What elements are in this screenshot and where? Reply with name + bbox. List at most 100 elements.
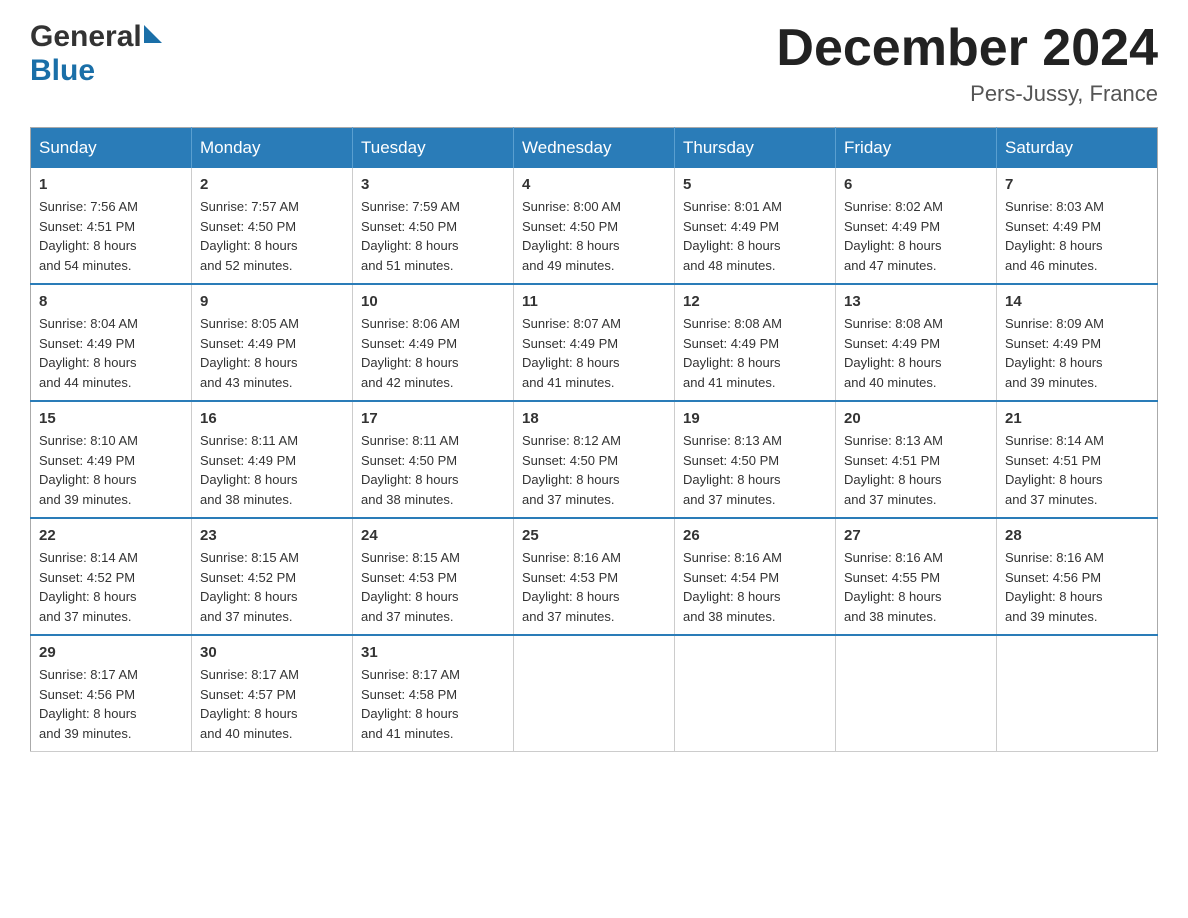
day-number: 27 xyxy=(844,527,988,544)
day-cell: 2 Sunrise: 7:57 AM Sunset: 4:50 PM Dayli… xyxy=(192,168,353,284)
day-info: Sunrise: 8:11 AM Sunset: 4:50 PM Dayligh… xyxy=(361,431,505,509)
day-info: Sunrise: 8:08 AM Sunset: 4:49 PM Dayligh… xyxy=(683,314,827,392)
day-info: Sunrise: 8:05 AM Sunset: 4:49 PM Dayligh… xyxy=(200,314,344,392)
day-number: 5 xyxy=(683,176,827,193)
day-info: Sunrise: 8:15 AM Sunset: 4:53 PM Dayligh… xyxy=(361,548,505,626)
day-cell: 20 Sunrise: 8:13 AM Sunset: 4:51 PM Dayl… xyxy=(836,401,997,518)
header-thursday: Thursday xyxy=(675,128,836,169)
day-number: 11 xyxy=(522,293,666,310)
day-cell: 26 Sunrise: 8:16 AM Sunset: 4:54 PM Dayl… xyxy=(675,518,836,635)
day-info: Sunrise: 8:17 AM Sunset: 4:57 PM Dayligh… xyxy=(200,665,344,743)
day-number: 28 xyxy=(1005,527,1149,544)
header-sunday: Sunday xyxy=(31,128,192,169)
day-cell: 5 Sunrise: 8:01 AM Sunset: 4:49 PM Dayli… xyxy=(675,168,836,284)
day-number: 24 xyxy=(361,527,505,544)
day-info: Sunrise: 8:13 AM Sunset: 4:50 PM Dayligh… xyxy=(683,431,827,509)
day-cell: 17 Sunrise: 8:11 AM Sunset: 4:50 PM Dayl… xyxy=(353,401,514,518)
day-info: Sunrise: 8:09 AM Sunset: 4:49 PM Dayligh… xyxy=(1005,314,1149,392)
day-cell: 4 Sunrise: 8:00 AM Sunset: 4:50 PM Dayli… xyxy=(514,168,675,284)
day-number: 1 xyxy=(39,176,183,193)
header-monday: Monday xyxy=(192,128,353,169)
month-title: December 2024 xyxy=(776,20,1158,77)
day-cell: 30 Sunrise: 8:17 AM Sunset: 4:57 PM Dayl… xyxy=(192,635,353,752)
day-info: Sunrise: 8:13 AM Sunset: 4:51 PM Dayligh… xyxy=(844,431,988,509)
day-info: Sunrise: 8:17 AM Sunset: 4:56 PM Dayligh… xyxy=(39,665,183,743)
day-number: 26 xyxy=(683,527,827,544)
day-number: 13 xyxy=(844,293,988,310)
day-cell: 1 Sunrise: 7:56 AM Sunset: 4:51 PM Dayli… xyxy=(31,168,192,284)
day-number: 19 xyxy=(683,410,827,427)
day-info: Sunrise: 8:10 AM Sunset: 4:49 PM Dayligh… xyxy=(39,431,183,509)
day-cell: 24 Sunrise: 8:15 AM Sunset: 4:53 PM Dayl… xyxy=(353,518,514,635)
header-tuesday: Tuesday xyxy=(353,128,514,169)
day-info: Sunrise: 8:00 AM Sunset: 4:50 PM Dayligh… xyxy=(522,197,666,275)
day-cell: 8 Sunrise: 8:04 AM Sunset: 4:49 PM Dayli… xyxy=(31,284,192,401)
day-number: 2 xyxy=(200,176,344,193)
logo-blue: Blue xyxy=(30,54,95,87)
day-cell: 19 Sunrise: 8:13 AM Sunset: 4:50 PM Dayl… xyxy=(675,401,836,518)
day-number: 12 xyxy=(683,293,827,310)
day-number: 25 xyxy=(522,527,666,544)
day-cell: 12 Sunrise: 8:08 AM Sunset: 4:49 PM Dayl… xyxy=(675,284,836,401)
day-cell: 13 Sunrise: 8:08 AM Sunset: 4:49 PM Dayl… xyxy=(836,284,997,401)
day-info: Sunrise: 7:56 AM Sunset: 4:51 PM Dayligh… xyxy=(39,197,183,275)
day-cell: 7 Sunrise: 8:03 AM Sunset: 4:49 PM Dayli… xyxy=(997,168,1158,284)
day-info: Sunrise: 7:57 AM Sunset: 4:50 PM Dayligh… xyxy=(200,197,344,275)
day-cell xyxy=(675,635,836,752)
day-number: 18 xyxy=(522,410,666,427)
day-number: 7 xyxy=(1005,176,1149,193)
day-number: 23 xyxy=(200,527,344,544)
day-number: 4 xyxy=(522,176,666,193)
day-cell: 3 Sunrise: 7:59 AM Sunset: 4:50 PM Dayli… xyxy=(353,168,514,284)
day-info: Sunrise: 8:11 AM Sunset: 4:49 PM Dayligh… xyxy=(200,431,344,509)
day-info: Sunrise: 8:03 AM Sunset: 4:49 PM Dayligh… xyxy=(1005,197,1149,275)
day-number: 8 xyxy=(39,293,183,310)
day-info: Sunrise: 8:15 AM Sunset: 4:52 PM Dayligh… xyxy=(200,548,344,626)
day-number: 29 xyxy=(39,644,183,661)
day-info: Sunrise: 8:17 AM Sunset: 4:58 PM Dayligh… xyxy=(361,665,505,743)
day-info: Sunrise: 8:02 AM Sunset: 4:49 PM Dayligh… xyxy=(844,197,988,275)
calendar-table: Sunday Monday Tuesday Wednesday Thursday… xyxy=(30,127,1158,752)
day-info: Sunrise: 8:16 AM Sunset: 4:56 PM Dayligh… xyxy=(1005,548,1149,626)
day-info: Sunrise: 8:08 AM Sunset: 4:49 PM Dayligh… xyxy=(844,314,988,392)
day-cell: 31 Sunrise: 8:17 AM Sunset: 4:58 PM Dayl… xyxy=(353,635,514,752)
day-cell: 11 Sunrise: 8:07 AM Sunset: 4:49 PM Dayl… xyxy=(514,284,675,401)
day-info: Sunrise: 8:16 AM Sunset: 4:54 PM Dayligh… xyxy=(683,548,827,626)
day-cell: 21 Sunrise: 8:14 AM Sunset: 4:51 PM Dayl… xyxy=(997,401,1158,518)
day-info: Sunrise: 7:59 AM Sunset: 4:50 PM Dayligh… xyxy=(361,197,505,275)
day-cell: 18 Sunrise: 8:12 AM Sunset: 4:50 PM Dayl… xyxy=(514,401,675,518)
day-number: 22 xyxy=(39,527,183,544)
logo-arrow-icon xyxy=(144,25,162,43)
week-row-3: 15 Sunrise: 8:10 AM Sunset: 4:49 PM Dayl… xyxy=(31,401,1158,518)
day-cell: 27 Sunrise: 8:16 AM Sunset: 4:55 PM Dayl… xyxy=(836,518,997,635)
logo: General Blue xyxy=(30,20,162,88)
day-cell xyxy=(514,635,675,752)
day-number: 16 xyxy=(200,410,344,427)
header-friday: Friday xyxy=(836,128,997,169)
header-saturday: Saturday xyxy=(997,128,1158,169)
day-cell: 10 Sunrise: 8:06 AM Sunset: 4:49 PM Dayl… xyxy=(353,284,514,401)
day-cell: 15 Sunrise: 8:10 AM Sunset: 4:49 PM Dayl… xyxy=(31,401,192,518)
day-info: Sunrise: 8:16 AM Sunset: 4:55 PM Dayligh… xyxy=(844,548,988,626)
logo-general: General xyxy=(30,20,142,54)
day-number: 9 xyxy=(200,293,344,310)
day-cell: 14 Sunrise: 8:09 AM Sunset: 4:49 PM Dayl… xyxy=(997,284,1158,401)
day-cell: 28 Sunrise: 8:16 AM Sunset: 4:56 PM Dayl… xyxy=(997,518,1158,635)
day-info: Sunrise: 8:01 AM Sunset: 4:49 PM Dayligh… xyxy=(683,197,827,275)
location: Pers-Jussy, France xyxy=(776,81,1158,107)
day-info: Sunrise: 8:07 AM Sunset: 4:49 PM Dayligh… xyxy=(522,314,666,392)
day-cell xyxy=(836,635,997,752)
day-info: Sunrise: 8:16 AM Sunset: 4:53 PM Dayligh… xyxy=(522,548,666,626)
weekday-header-row: Sunday Monday Tuesday Wednesday Thursday… xyxy=(31,128,1158,169)
day-cell: 22 Sunrise: 8:14 AM Sunset: 4:52 PM Dayl… xyxy=(31,518,192,635)
day-cell: 16 Sunrise: 8:11 AM Sunset: 4:49 PM Dayl… xyxy=(192,401,353,518)
day-number: 21 xyxy=(1005,410,1149,427)
day-info: Sunrise: 8:12 AM Sunset: 4:50 PM Dayligh… xyxy=(522,431,666,509)
day-cell xyxy=(997,635,1158,752)
week-row-1: 1 Sunrise: 7:56 AM Sunset: 4:51 PM Dayli… xyxy=(31,168,1158,284)
calendar-body: 1 Sunrise: 7:56 AM Sunset: 4:51 PM Dayli… xyxy=(31,168,1158,752)
day-number: 10 xyxy=(361,293,505,310)
day-number: 31 xyxy=(361,644,505,661)
week-row-4: 22 Sunrise: 8:14 AM Sunset: 4:52 PM Dayl… xyxy=(31,518,1158,635)
day-number: 17 xyxy=(361,410,505,427)
